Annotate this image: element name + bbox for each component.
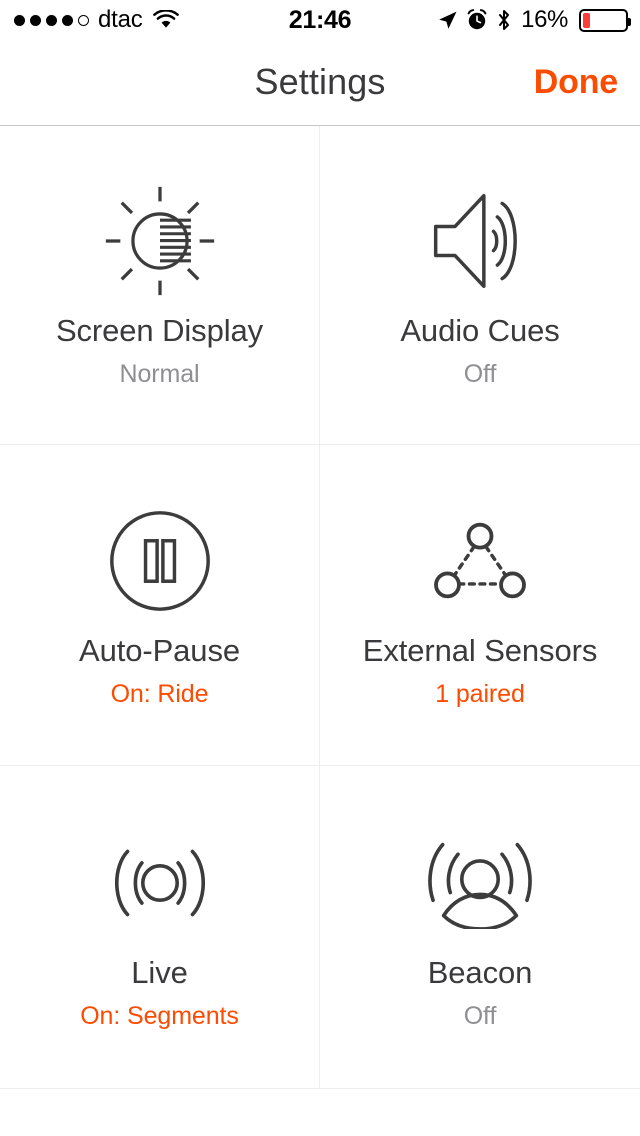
navigation-bar: Settings Done <box>0 40 640 126</box>
settings-cell-value: Off <box>463 1001 497 1030</box>
speaker-volume-icon <box>420 182 540 300</box>
signal-dot <box>62 14 73 26</box>
status-bar: dtac 21:46 16% <box>0 0 640 40</box>
settings-cell-screen-display[interactable]: Screen Display Normal <box>0 126 320 444</box>
settings-cell-title: Auto-Pause <box>79 632 240 668</box>
external-sensors-icon <box>427 502 533 620</box>
settings-cell-auto-pause[interactable]: Auto-Pause On: Ride <box>0 445 320 765</box>
signal-dot-empty <box>78 14 89 26</box>
settings-grid: Screen Display Normal Audio Cues Off Auto-… <box>0 126 640 1089</box>
settings-grid-row: Screen Display Normal Audio Cues Off <box>0 126 640 445</box>
settings-cell-title: Audio Cues <box>400 312 560 348</box>
settings-cell-value: On: Ride <box>110 679 209 708</box>
status-bar-right: 16% <box>437 0 631 40</box>
settings-grid-row: Live On: Segments Beacon Off <box>0 766 640 1089</box>
status-clock: 21:46 <box>288 5 352 34</box>
settings-cell-value: On: Segments <box>80 1001 239 1030</box>
location-arrow-icon <box>437 10 458 31</box>
settings-cell-live[interactable]: Live On: Segments <box>0 766 320 1088</box>
signal-strength-dots <box>14 14 89 26</box>
bluetooth-icon <box>496 9 512 31</box>
settings-cell-value: Off <box>463 359 497 388</box>
settings-cell-title: External Sensors <box>362 632 598 668</box>
settings-cell-beacon[interactable]: Beacon Off <box>320 766 640 1088</box>
signal-dot <box>14 14 25 26</box>
live-broadcast-icon <box>107 824 213 942</box>
done-button[interactable]: Done <box>534 40 618 124</box>
wifi-icon <box>152 10 179 30</box>
settings-cell-value: Normal <box>119 359 200 388</box>
status-bar-left: dtac <box>14 0 179 40</box>
settings-grid-row: Auto-Pause On: Ride External Sensors 1 pai… <box>0 445 640 766</box>
settings-cell-value: 1 paired <box>435 679 525 708</box>
empty-space-below-grid <box>0 1089 640 1133</box>
settings-cell-title: Live <box>131 954 188 990</box>
pause-circle-icon <box>107 502 213 620</box>
alarm-clock-icon <box>466 9 488 31</box>
settings-cell-audio-cues[interactable]: Audio Cues Off <box>320 126 640 444</box>
settings-cell-external-sensors[interactable]: External Sensors 1 paired <box>320 445 640 765</box>
battery-percent-label: 16% <box>521 6 568 33</box>
settings-cell-title: Screen Display <box>55 312 264 348</box>
signal-dot <box>30 14 41 26</box>
signal-dot <box>46 14 57 26</box>
brightness-icon <box>102 182 218 300</box>
carrier-label: dtac <box>98 6 143 33</box>
settings-cell-title: Beacon <box>427 954 533 990</box>
battery-fill <box>583 12 591 28</box>
beacon-person-icon <box>425 824 535 942</box>
battery-icon <box>579 8 631 32</box>
